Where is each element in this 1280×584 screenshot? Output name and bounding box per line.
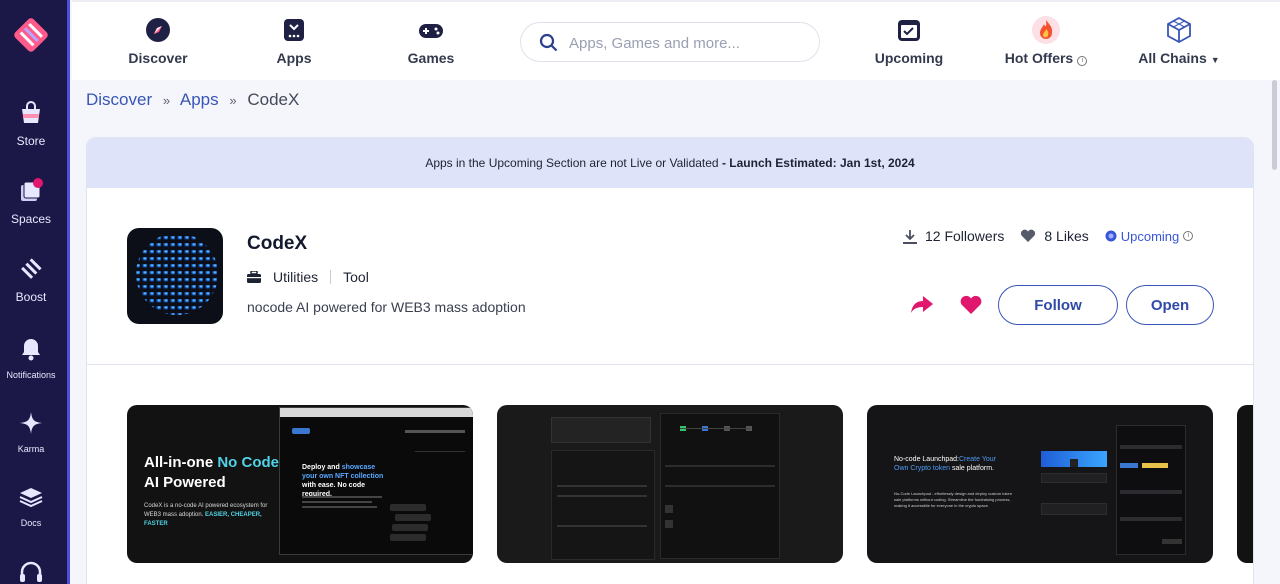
store-bag-icon	[22, 101, 40, 123]
spaces-icon	[21, 178, 43, 201]
breadcrumb-discover[interactable]: Discover	[86, 90, 152, 109]
sidebar-item-docs[interactable]: Docs	[0, 484, 62, 528]
app-categories: Utilities Tool	[247, 269, 369, 285]
nav-games[interactable]: Games	[404, 16, 458, 66]
screenshot-caption: CodeX is a no-code AI powered ecosystem …	[144, 503, 268, 527]
sidebar-item-spaces[interactable]: Spaces	[0, 178, 62, 226]
section-divider	[87, 364, 1253, 365]
nav-label: Discover	[128, 50, 188, 66]
calendar-check-icon	[898, 20, 920, 41]
likes-stat: 8 Likes	[1020, 228, 1089, 244]
apps-window-icon	[284, 19, 304, 41]
banner-launch-date: - Launch Estimated: Jan 1st, 2024	[721, 156, 915, 170]
compass-icon	[146, 18, 170, 42]
fire-icon	[1032, 16, 1060, 44]
docs-stack-icon	[19, 488, 43, 508]
sidebar-label: Docs	[20, 518, 42, 528]
search-placeholder: Apps, Games and more...	[569, 35, 740, 52]
sparkle-icon	[20, 412, 42, 434]
nav-label: Upcoming	[874, 50, 944, 66]
nav-upcoming[interactable]: Upcoming	[872, 16, 946, 66]
browser-headline: Deploy and showcase your own NFT collect…	[302, 464, 384, 498]
app-stats: 12 Followers 8 Likes Upcoming i	[903, 228, 1209, 244]
info-icon[interactable]: i	[1183, 231, 1194, 241]
nav-apps[interactable]: Apps	[270, 16, 318, 66]
heart-icon[interactable]	[959, 293, 983, 315]
banner-text: Apps in the Upcoming Section are not Liv…	[425, 156, 719, 170]
nav-label: All Chains	[1138, 50, 1207, 66]
screenshot-headline: No-code Launchpad:Create Your Own Crypto…	[894, 456, 996, 472]
briefcase-icon	[247, 271, 261, 283]
category-utilities[interactable]: Utilities	[273, 269, 318, 285]
sidebar-item-notifications[interactable]: Notifications	[0, 336, 62, 380]
cube-icon	[1167, 16, 1191, 44]
app-title: CodeX	[247, 233, 308, 254]
open-button[interactable]: Open	[1126, 285, 1214, 325]
sidebar-label: Spaces	[10, 212, 52, 226]
breadcrumb: Discover » Apps » CodeX	[86, 90, 299, 110]
sidebar-label: Boost	[15, 290, 47, 304]
top-navigation: Discover Apps Games Apps, Games and more…	[72, 0, 1280, 80]
heart-outline-icon	[1021, 229, 1036, 242]
sidebar: Store Spaces Boost Notifications Karma D…	[0, 0, 70, 584]
sphere-grid-icon	[134, 231, 220, 317]
followers-stat: 12 Followers	[903, 228, 1004, 244]
followers-count: 12 Followers	[925, 228, 1005, 244]
sidebar-label: Notifications	[6, 370, 56, 380]
app-description: nocode AI powered for WEB3 mass adoption	[247, 299, 526, 315]
screenshot-3[interactable]: No-code Launchpad:Create Your Own Crypto…	[867, 405, 1213, 563]
brand-logo-icon[interactable]	[14, 18, 48, 52]
sidebar-label: Store	[16, 134, 46, 148]
status-text: Upcoming	[1120, 228, 1180, 244]
nav-discover[interactable]: Discover	[126, 16, 190, 66]
category-divider	[330, 270, 332, 284]
nav-label: Games	[407, 50, 455, 66]
status-badge: Upcoming i	[1105, 229, 1194, 244]
info-icon[interactable]: i	[1077, 56, 1088, 66]
headset-icon[interactable]	[18, 560, 44, 584]
screenshot-caption: No-Code Launchpad - effortlessly design …	[894, 491, 1012, 508]
app-logo	[127, 228, 223, 324]
search-box[interactable]: Apps, Games and more...	[520, 22, 820, 62]
upcoming-status-icon	[1105, 230, 1117, 242]
app-detail-card: Apps in the Upcoming Section are not Liv…	[86, 137, 1254, 584]
category-tool[interactable]: Tool	[343, 269, 369, 285]
gamepad-icon	[419, 24, 443, 38]
nav-label: Apps	[276, 50, 312, 66]
nav-all-chains[interactable]: All Chains ▼	[1136, 16, 1222, 66]
screenshot-2[interactable]	[497, 405, 843, 563]
nav-hot-offers[interactable]: Hot Offers i	[998, 16, 1094, 66]
sidebar-label: Karma	[17, 444, 45, 454]
chevron-down-icon: ▼	[1210, 55, 1220, 65]
share-icon[interactable]	[909, 292, 935, 316]
breadcrumb-separator: »	[162, 93, 171, 108]
sidebar-item-store[interactable]: Store	[0, 100, 62, 148]
browser-mockup: Deploy and showcase your own NFT collect…	[279, 407, 473, 555]
page-scrollbar[interactable]	[1272, 80, 1277, 170]
boost-icon	[21, 258, 42, 279]
upcoming-banner: Apps in the Upcoming Section are not Liv…	[87, 138, 1253, 188]
breadcrumb-apps[interactable]: Apps	[180, 90, 219, 109]
breadcrumb-current: CodeX	[247, 90, 300, 109]
screenshot-4[interactable]	[1237, 405, 1253, 563]
sidebar-item-boost[interactable]: Boost	[0, 256, 62, 304]
download-icon	[903, 229, 917, 244]
search-icon	[539, 33, 558, 52]
screenshot-1[interactable]: All-in-one No Code AI Powered CodeX is a…	[127, 405, 473, 563]
likes-count: 8 Likes	[1044, 228, 1089, 244]
bell-icon	[22, 339, 40, 361]
follow-button[interactable]: Follow	[998, 285, 1118, 325]
sidebar-item-karma[interactable]: Karma	[0, 410, 62, 454]
breadcrumb-separator: »	[229, 93, 237, 108]
nav-label: Hot Offers	[1004, 50, 1074, 66]
screenshot-headline: All-in-one No Code AI Powered	[144, 454, 279, 491]
